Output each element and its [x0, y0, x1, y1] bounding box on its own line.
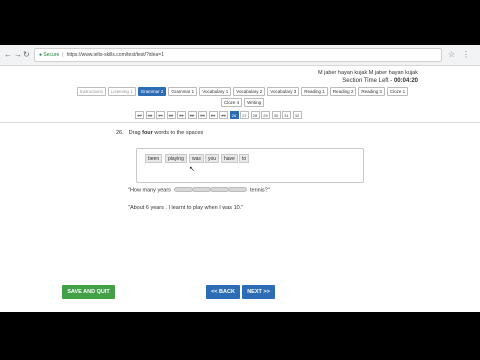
tab-reading-3[interactable]: Reading 3 [358, 87, 385, 96]
sentence-2: "About 6 years . I learnt to play when I… [128, 205, 244, 211]
question-navigator: 17 18 19 20 21 22 23 24 25 26 27 28 29 30 31 32 [135, 111, 303, 119]
word-chip-been[interactable]: been [145, 154, 163, 163]
question-prompt: 26. Drag four words to the spaces [116, 130, 203, 136]
save-and-quit-button[interactable]: SAVE AND QUIT [62, 285, 115, 299]
tab-vocabulary-2[interactable]: Vocabulary 2 [233, 87, 266, 96]
secure-label: Secure [43, 52, 60, 58]
back-icon[interactable]: ← [4, 50, 12, 60]
prompt-text-before: Drag [128, 130, 143, 136]
question-number: 26. [116, 130, 124, 136]
question-nav-29[interactable]: 29 [261, 111, 270, 119]
word-chip-to[interactable]: to [239, 154, 250, 163]
word-chip-was[interactable]: was [189, 154, 204, 163]
menu-icon[interactable]: ⋮ [462, 50, 470, 60]
word-chip-have[interactable]: have [221, 154, 238, 163]
question-nav-18[interactable]: 18 [145, 111, 155, 119]
word-bank: ↖ been playing was you have to [136, 148, 364, 183]
section-timer: Section Time Left - 00:04:20 [342, 78, 418, 84]
tab-reading-2[interactable]: Reading 2 [329, 87, 357, 96]
sentence-1: "How many years tennis?" [128, 187, 270, 193]
sentence-1-after: tennis?" [249, 187, 270, 194]
question-nav-25[interactable]: 25 [219, 111, 228, 119]
drop-zone-4[interactable] [228, 187, 248, 193]
word-chip-playing[interactable]: playing [165, 154, 187, 163]
mouse-cursor-icon: ↖ [189, 166, 195, 173]
prompt-text-bold: four [142, 130, 153, 136]
tab-listening-1[interactable]: Listening 1 [107, 87, 136, 96]
screen: ← → ↻ ● Secure | https://www.ielts-skills.… [0, 45, 480, 312]
timer-value: 00:04:20 [393, 78, 418, 84]
user-name: M jaber hayan kujak M jaber hayan kujak [318, 70, 418, 76]
next-button[interactable]: NEXT >> [242, 285, 275, 299]
question-nav-24[interactable]: 24 [208, 111, 218, 119]
question-nav-30[interactable]: 30 [271, 111, 281, 119]
timer-label: Section Time Left - [342, 78, 393, 84]
question-nav-23[interactable]: 23 [198, 111, 207, 119]
tab-vocabulary-1[interactable]: Vocabulary 1 [199, 87, 232, 96]
question-nav-28[interactable]: 28 [250, 111, 260, 119]
question-nav-21[interactable]: 21 [177, 111, 186, 119]
address-bar[interactable]: ● Secure | https://www.ielts-skills.com/te… [34, 48, 442, 62]
url-text: https://www.ielts-skills.com/test/test/?… [66, 52, 164, 58]
lock-icon: ● [39, 52, 43, 58]
back-button[interactable]: << BACK [206, 285, 240, 299]
drop-zone-1[interactable] [174, 187, 194, 193]
tab-grammar-2[interactable]: Grammar 2 [137, 87, 167, 96]
separator: | [62, 52, 64, 58]
star-icon[interactable]: ☆ [448, 50, 455, 60]
sentence-1-before: "How many years [128, 187, 171, 194]
question-nav-26[interactable]: 26 [229, 111, 239, 119]
browser-toolbar: ← → ↻ ● Secure | https://www.ielts-skills.… [0, 45, 480, 66]
tab-writing[interactable]: Writing [244, 98, 265, 107]
drop-zones [174, 187, 248, 193]
reload-icon[interactable]: ↻ [23, 50, 30, 60]
tab-cloze-4[interactable]: Cloze 4 [220, 98, 243, 107]
tab-reading-1[interactable]: Reading 1 [301, 87, 328, 96]
question-nav-22[interactable]: 22 [187, 111, 197, 119]
question-nav-32[interactable]: 32 [292, 111, 302, 119]
drop-zone-2[interactable] [192, 187, 212, 193]
prompt-text-after: words to the spaces [152, 130, 204, 136]
divider [0, 122, 480, 123]
tab-instructions[interactable]: Instructions [76, 87, 106, 96]
question-nav-17[interactable]: 17 [135, 111, 144, 119]
tab-vocabulary-3[interactable]: Vocabulary 3 [267, 87, 300, 96]
question-nav-27[interactable]: 27 [240, 111, 249, 119]
tab-cloze-1[interactable]: Cloze 1 [386, 87, 409, 96]
question-nav-19[interactable]: 19 [156, 111, 165, 119]
word-chip-you[interactable]: you [205, 154, 220, 163]
tab-grammar-1[interactable]: Grammar 1 [168, 87, 198, 96]
section-tabs: Instructions Listening 1 Grammar 2 Grammar … [70, 87, 415, 109]
question-nav-31[interactable]: 31 [282, 111, 291, 119]
forward-icon[interactable]: → [14, 50, 22, 60]
drop-zone-3[interactable] [210, 187, 230, 193]
question-nav-20[interactable]: 20 [166, 111, 176, 119]
